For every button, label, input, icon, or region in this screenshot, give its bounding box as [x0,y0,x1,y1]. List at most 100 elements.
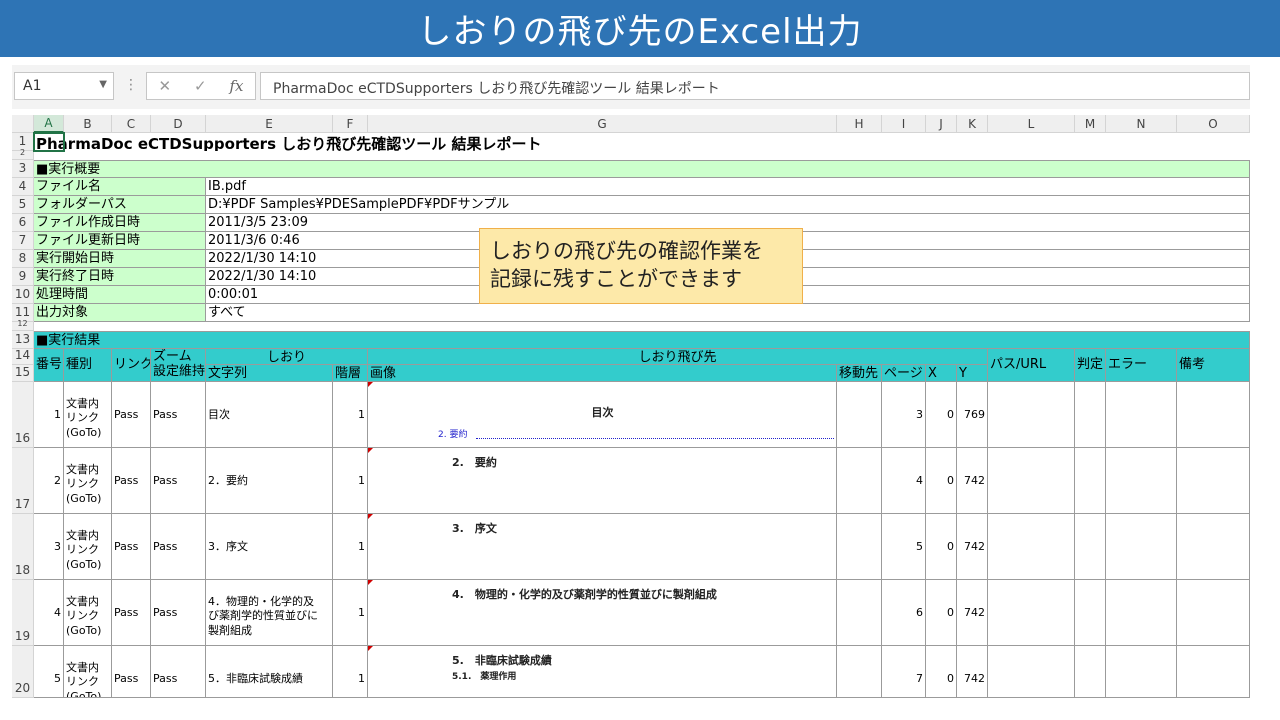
row-header-19[interactable]: 19 [12,580,34,646]
result-cell-x[interactable]: 0 [926,448,957,514]
result-cell-text[interactable]: 3．序文 [206,514,333,580]
col-zoom-header[interactable]: ズーム 設定維持 [151,349,206,382]
result-cell-link[interactable]: Pass [112,514,151,580]
result-cell-zoom[interactable]: Pass [151,448,206,514]
result-cell-no[interactable]: 2 [34,448,64,514]
col-header-b[interactable]: B [64,115,112,133]
col-x-header[interactable]: X [926,365,957,382]
row-header-3[interactable]: 3 [12,160,34,178]
summary-label[interactable]: ファイル更新日時 [34,232,206,250]
row-header-15[interactable]: 15 [12,365,34,382]
result-cell-level[interactable]: 1 [333,646,368,698]
result-cell-text[interactable]: 5．非臨床試験成績 [206,646,333,698]
comment-indicator-icon[interactable] [368,514,373,519]
col-text-header[interactable]: 文字列 [206,365,333,382]
result-cell-path[interactable] [988,646,1075,698]
results-header[interactable]: ■実行結果 [34,331,1250,349]
select-all-corner[interactable] [12,115,34,133]
comment-indicator-icon[interactable] [368,580,373,585]
result-cell-x[interactable]: 0 [926,382,957,448]
result-cell-note[interactable] [1177,646,1250,698]
col-page-header[interactable]: ページ [882,365,926,382]
result-cell-kind[interactable]: 文書内 リンク (GoTo) [64,382,112,448]
result-cell-dest-type[interactable] [837,580,882,646]
row-header-12[interactable]: 12 [12,319,34,331]
comment-indicator-icon[interactable] [368,646,373,651]
result-cell-error[interactable] [1106,646,1177,698]
result-cell-kind[interactable]: 文書内 リンク (GoTo) [64,514,112,580]
result-cell-page[interactable]: 4 [882,448,926,514]
formula-input[interactable]: PharmaDoc eCTDSupporters しおり飛び先確認ツール 結果レ… [260,72,1250,100]
more-options-icon[interactable]: ⋮ [124,77,138,93]
row-header-16[interactable]: 16 [12,382,34,448]
result-cell-page[interactable]: 3 [882,382,926,448]
result-cell-path[interactable] [988,514,1075,580]
result-cell-x[interactable]: 0 [926,580,957,646]
summary-label[interactable]: 処理時間 [34,286,206,304]
col-header-g[interactable]: G [368,115,837,133]
result-cell-y[interactable]: 742 [957,448,988,514]
col-header-c[interactable]: C [112,115,151,133]
result-cell-error[interactable] [1106,382,1177,448]
result-cell-no[interactable]: 4 [34,580,64,646]
col-image-header[interactable]: 画像 [368,365,837,382]
result-cell-level[interactable]: 1 [333,382,368,448]
result-cell-y[interactable]: 742 [957,514,988,580]
col-header-a[interactable]: A [34,115,64,133]
result-cell-link[interactable]: Pass [112,382,151,448]
summary-label[interactable]: 実行終了日時 [34,268,206,286]
col-path-header[interactable]: パス/URL [988,349,1075,382]
result-cell-note[interactable] [1177,514,1250,580]
enter-icon[interactable]: ✓ [194,77,207,95]
col-y-header[interactable]: Y [957,365,988,382]
result-cell-link[interactable]: Pass [112,646,151,698]
col-header-h[interactable]: H [837,115,882,133]
row-header-5[interactable]: 5 [12,196,34,214]
result-cell-dest-type[interactable] [837,646,882,698]
result-cell-text[interactable]: 目次 [206,382,333,448]
report-title[interactable]: PharmaDoc eCTDSupporters しおり飛び先確認ツール 結果レ… [34,133,1250,151]
result-cell-note[interactable] [1177,448,1250,514]
result-cell-page[interactable]: 5 [882,514,926,580]
col-header-f[interactable]: F [333,115,368,133]
row-header-8[interactable]: 8 [12,250,34,268]
row-header-17[interactable]: 17 [12,448,34,514]
col-header-o[interactable]: O [1177,115,1250,133]
row-header-14[interactable]: 14 [12,348,34,365]
result-cell-page[interactable]: 7 [882,646,926,698]
result-cell-kind[interactable]: 文書内 リンク (GoTo) [64,580,112,646]
result-cell-zoom[interactable]: Pass [151,580,206,646]
result-cell-image[interactable]: 4. 物理的・化学的及び薬剤学的性質並びに製剤組成 [368,580,837,646]
result-cell-text[interactable]: 4．物理的・化学的及 び薬剤学的性質並びに 製剤組成 [206,580,333,646]
result-cell-no[interactable]: 5 [34,646,64,698]
col-header-l[interactable]: L [988,115,1075,133]
row-header-9[interactable]: 9 [12,268,34,286]
col-header-j[interactable]: J [926,115,957,133]
row-header-2[interactable]: 2 [12,148,34,160]
col-header-n[interactable]: N [1106,115,1177,133]
result-cell-zoom[interactable]: Pass [151,382,206,448]
result-cell-path[interactable] [988,580,1075,646]
row-header-7[interactable]: 7 [12,232,34,250]
col-header-i[interactable]: I [882,115,926,133]
result-cell-image[interactable]: 5. 非臨床試験成績 5.1. 薬理作用 [368,646,837,698]
row-header-20[interactable]: 20 [12,646,34,698]
result-cell-path[interactable] [988,448,1075,514]
result-cell-image[interactable]: 目次 2. 要約 [368,382,837,448]
summary-label[interactable]: 出力対象 [34,304,206,322]
result-cell-error[interactable] [1106,580,1177,646]
name-box[interactable]: A1 ▼ [14,72,114,100]
result-cell-text[interactable]: 2．要約 [206,448,333,514]
result-cell-error[interactable] [1106,514,1177,580]
summary-value[interactable]: すべて [206,304,1250,322]
summary-value[interactable]: IB.pdf [206,178,1250,196]
result-cell-no[interactable]: 1 [34,382,64,448]
result-cell-dest-type[interactable] [837,448,882,514]
result-cell-link[interactable]: Pass [112,448,151,514]
result-cell-no[interactable]: 3 [34,514,64,580]
result-cell-page[interactable]: 6 [882,580,926,646]
result-cell-image[interactable]: 2. 要約 [368,448,837,514]
result-cell-x[interactable]: 0 [926,646,957,698]
result-cell-y[interactable]: 742 [957,580,988,646]
result-cell-judge[interactable] [1075,514,1106,580]
